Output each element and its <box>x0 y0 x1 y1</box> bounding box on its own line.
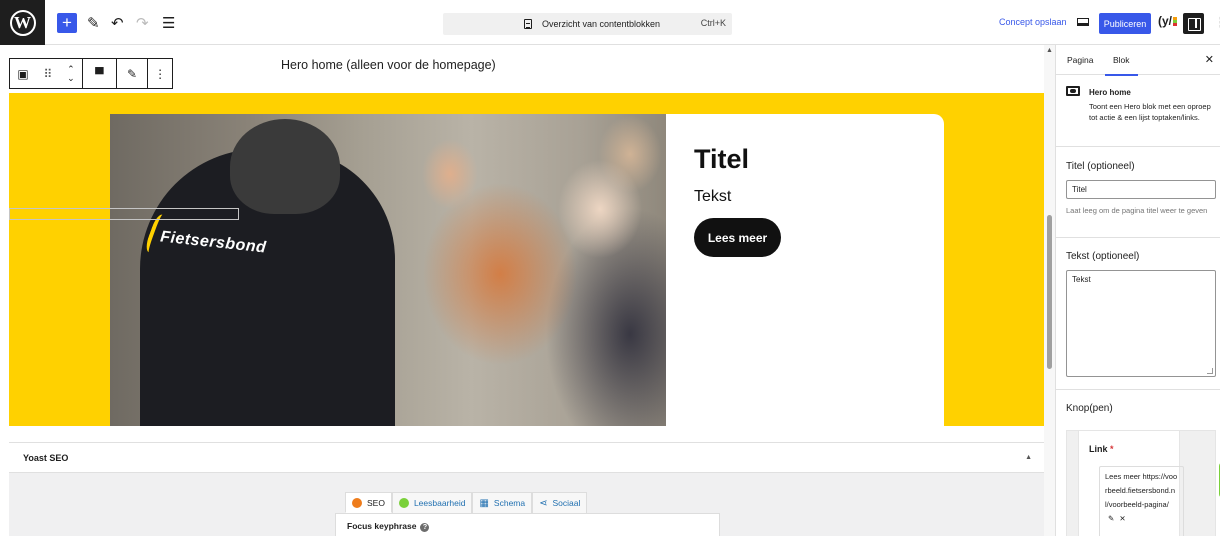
settings-sidebar: Pagina Blok ✕ Hero home Toont een Hero b… <box>1055 45 1220 536</box>
settings-sidebar-toggle-icon[interactable] <box>1183 13 1204 34</box>
wordpress-logo-button[interactable]: W <box>0 0 45 45</box>
edit-link-icon[interactable]: ✎ <box>1108 514 1114 523</box>
yoast-tab-label: Schema <box>493 498 526 508</box>
buttons-field-label: Knop(pen) <box>1066 403 1113 414</box>
hero-block-type-icon[interactable]: ▣ <box>17 67 28 81</box>
block-more-options-icon[interactable]: ⋮ <box>154 67 166 81</box>
document-icon <box>524 19 532 29</box>
help-icon[interactable]: ? <box>420 523 430 532</box>
text-field-label: Tekst (optioneel) <box>1066 251 1140 262</box>
hero-content-card: Titel Tekst Lees meer <box>666 114 944 426</box>
undo-icon[interactable]: ↶ <box>111 12 124 34</box>
save-draft-button[interactable]: Concept opslaan <box>999 17 1067 27</box>
wordpress-logo-icon: W <box>9 9 36 36</box>
buttons-repeater: Link * Lees meer https://voorbeeld.fiets… <box>1066 430 1216 536</box>
title-field-section: Titel (optioneel) Titel Laat leeg om de … <box>1056 147 1220 238</box>
readability-score-face-icon <box>398 498 409 508</box>
link-value-text: Lees meer https://voorbeeld.fietsersbond… <box>1105 472 1178 509</box>
block-toolbar-group-move: ▣ ⠿ ⌃ ⌄ <box>10 59 84 88</box>
hero-read-more-button[interactable]: Lees meer <box>694 218 781 257</box>
preview-laptop-icon[interactable] <box>1077 18 1089 26</box>
text-field-value: Tekst <box>1072 275 1091 284</box>
block-toolbar: ▣ ⠿ ⌃ ⌄ ▀ ✎ ⋮ <box>9 58 173 89</box>
edit-pencil-icon[interactable]: ✎ <box>127 67 137 81</box>
yoast-tab-social[interactable]: ⋖ Sociaal <box>532 492 588 513</box>
block-card-name: Hero home <box>1089 88 1131 97</box>
focus-keyphrase-label: Focus keyphrase? <box>347 521 430 532</box>
yoast-seo-metabox: Yoast SEO ▲ SEO Leesbaarheid ▦ Schema ⋖ … <box>9 442 1044 536</box>
yoast-seo-panel: Focus keyphrase? <box>335 513 720 536</box>
text-field-textarea[interactable]: Tekst <box>1066 270 1216 377</box>
jacket-figure <box>140 119 395 426</box>
yoast-tab-seo[interactable]: SEO <box>345 492 392 513</box>
block-title: Hero home (alleen voor de homepage) <box>281 58 496 72</box>
yoast-metabox-header[interactable]: Yoast SEO ▲ <box>9 443 1044 473</box>
title-field-input[interactable]: Titel <box>1066 180 1216 199</box>
canvas-scrollbar[interactable]: ▲ <box>1044 45 1055 536</box>
add-block-button[interactable]: + <box>57 13 77 33</box>
required-marker: * <box>1110 444 1114 454</box>
yoast-icon: (y/ <box>1158 14 1173 28</box>
tab-block[interactable]: Blok <box>1105 55 1137 76</box>
command-bar-shortcut: Ctrl+K <box>700 18 726 28</box>
yoast-toolbar-button[interactable]: (y/ <box>1158 14 1178 28</box>
buttons-field-section: Knop(pen) Link * Lees meer https://voorb… <box>1056 390 1220 536</box>
title-field-label: Titel (optioneel) <box>1066 161 1135 172</box>
yoast-tab-readability[interactable]: Leesbaarheid <box>391 492 473 513</box>
yoast-tabs: SEO Leesbaarheid ▦ Schema ⋖ Sociaal <box>345 492 588 514</box>
block-card: Hero home Toont een Hero blok met een op… <box>1056 75 1220 147</box>
text-field-section: Tekst (optioneel) Tekst <box>1056 238 1220 390</box>
redo-icon[interactable]: ↷ <box>136 12 149 34</box>
link-field-label: Link * <box>1089 444 1114 454</box>
hero-block-preview[interactable]: Fietsersbond Titel Tekst Lees meer <box>9 93 1044 426</box>
yoast-metabox-title: Yoast SEO <box>23 453 69 463</box>
command-palette-bar[interactable]: Overzicht van contentblokken Ctrl+K <box>443 13 732 35</box>
more-options-icon[interactable]: ⋮ <box>1214 14 1220 31</box>
collapse-caret-icon[interactable]: ▲ <box>1025 454 1032 461</box>
yoast-score-dots-icon <box>1173 17 1178 27</box>
hero-image: Fietsersbond <box>110 114 666 426</box>
block-card-description: Toont een Hero blok met een oproep tot a… <box>1089 102 1211 122</box>
empty-placeholder-box <box>9 208 239 220</box>
block-toolbar-group-more: ⋮ <box>148 59 172 88</box>
block-toolbar-group-align: ▀ <box>83 59 117 88</box>
hero-block-icon <box>1066 86 1080 96</box>
seo-score-face-icon <box>352 497 362 508</box>
scroll-up-arrow-icon[interactable]: ▲ <box>1046 47 1053 54</box>
publish-button[interactable]: Publiceren <box>1099 13 1151 34</box>
yoast-tab-schema[interactable]: ▦ Schema <box>472 492 533 513</box>
scrollbar-thumb[interactable] <box>1047 215 1052 369</box>
yoast-tab-label: Sociaal <box>552 498 581 508</box>
schema-grid-icon: ▦ <box>479 497 489 509</box>
close-sidebar-icon[interactable]: ✕ <box>1205 53 1214 66</box>
document-overview-icon[interactable]: ☰ <box>162 12 175 34</box>
editor-canvas: ▣ ⠿ ⌃ ⌄ ▀ ✎ ⋮ Hero home (alleen voor de h… <box>0 45 1044 536</box>
move-up-down-icon[interactable]: ⌃ ⌄ <box>67 64 75 83</box>
tab-page[interactable]: Pagina <box>1067 55 1093 65</box>
block-toolbar-group-edit: ✎ <box>117 59 149 88</box>
yoast-tab-label: Leesbaarheid <box>413 498 466 508</box>
share-icon: ⋖ <box>539 497 548 509</box>
sidebar-tabs: Pagina Blok ✕ <box>1056 45 1220 76</box>
resize-handle-icon[interactable] <box>1207 368 1213 374</box>
align-icon[interactable]: ▀ <box>95 67 104 81</box>
link-field-value[interactable]: Lees meer https://voorbeeld.fietsersbond… <box>1099 466 1184 536</box>
pencil-tools-icon[interactable]: ✎ <box>87 12 100 34</box>
title-field-help: Laat leeg om de pagina titel weer te gev… <box>1066 206 1208 215</box>
hero-text: Tekst <box>694 188 732 205</box>
repeater-row: Link * Lees meer https://voorbeeld.fiets… <box>1078 431 1184 536</box>
yoast-tab-label: SEO <box>367 497 385 508</box>
command-bar-label: Overzicht van contentblokken <box>542 19 661 29</box>
remove-link-icon[interactable]: ✕ <box>1119 514 1125 523</box>
drag-handle-icon[interactable]: ⠿ <box>44 67 53 81</box>
hero-title: Titel <box>694 144 750 174</box>
editor-top-bar: W + ✎ ↶ ↷ ☰ Overzicht van contentblokken… <box>0 0 1220 45</box>
